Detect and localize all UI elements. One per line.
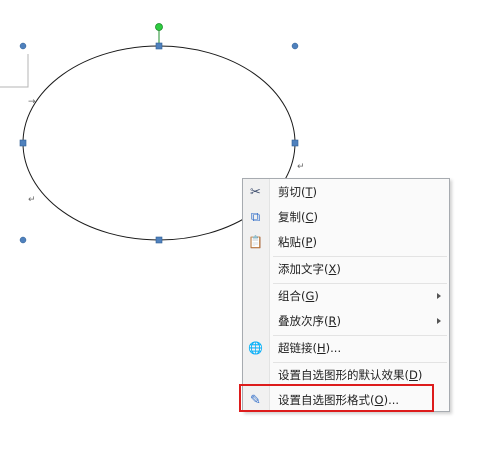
resize-handle-top[interactable] <box>155 42 163 50</box>
submenu-arrow-icon <box>437 318 441 324</box>
page-margin-corner <box>0 54 29 88</box>
arrow-mark: → <box>28 97 36 107</box>
submenu-arrow-icon <box>437 293 441 299</box>
document-canvas[interactable]: → ↵ ↵ ✂ 剪切(T) ⧉ 复制(C) 📋 粘贴(P) 添加文字(X) 组合… <box>0 0 484 450</box>
menu-mnemonic: T <box>305 185 313 199</box>
menu-separator <box>273 335 447 336</box>
resize-handle-bottom-left[interactable] <box>19 236 27 244</box>
menu-item-label: 叠放次序 <box>278 314 324 328</box>
menu-item-label: 组合 <box>278 289 301 303</box>
menu-item-label: 粘贴 <box>278 235 301 249</box>
menu-mnemonic: R <box>328 314 337 328</box>
menu-mnemonic: G <box>305 289 315 303</box>
menu-item-ellipsis: ... <box>330 341 342 355</box>
resize-handle-top-right[interactable] <box>291 42 299 50</box>
copy-icon: ⧉ <box>250 210 261 225</box>
paragraph-mark: ↵ <box>28 195 36 205</box>
hyperlink-globe-icon: 🌐 <box>248 341 263 355</box>
menu-item-copy[interactable]: ⧉ 复制(C) <box>243 206 449 228</box>
resize-handle-top-left[interactable] <box>19 42 27 50</box>
resize-handle-bottom[interactable] <box>155 236 163 244</box>
paragraph-mark: ↵ <box>297 162 305 172</box>
resize-handle-left[interactable] <box>19 139 27 147</box>
menu-mnemonic: P <box>305 235 313 249</box>
menu-item-label: 添加文字 <box>278 262 324 276</box>
resize-handle-right[interactable] <box>291 139 299 147</box>
menu-mnemonic: D <box>409 368 418 382</box>
menu-item-set-default[interactable]: 设置自选图形的默认效果(D) <box>243 364 449 386</box>
menu-separator <box>273 362 447 363</box>
menu-item-label: 剪切 <box>278 185 301 199</box>
context-menu: ✂ 剪切(T) ⧉ 复制(C) 📋 粘贴(P) 添加文字(X) 组合(G) 叠放… <box>242 178 450 412</box>
rotation-handle[interactable] <box>155 23 163 31</box>
menu-item-group[interactable]: 组合(G) <box>243 285 449 307</box>
menu-item-paste[interactable]: 📋 粘贴(P) <box>243 231 449 253</box>
menu-mnemonic: C <box>305 210 314 224</box>
menu-item-order[interactable]: 叠放次序(R) <box>243 310 449 332</box>
menu-item-hyperlink[interactable]: 🌐 超链接(H)... <box>243 337 449 359</box>
menu-item-cut[interactable]: ✂ 剪切(T) <box>243 181 449 203</box>
paste-icon: 📋 <box>248 235 263 249</box>
scissors-icon: ✂ <box>250 185 261 200</box>
menu-mnemonic: H <box>317 341 326 355</box>
menu-item-label: 复制 <box>278 210 301 224</box>
highlight-annotation-box <box>239 384 434 412</box>
menu-separator <box>273 256 447 257</box>
menu-separator <box>273 283 447 284</box>
menu-item-label: 设置自选图形的默认效果 <box>278 368 405 382</box>
menu-item-add-text[interactable]: 添加文字(X) <box>243 258 449 280</box>
menu-item-label: 超链接 <box>278 341 313 355</box>
menu-mnemonic: X <box>328 262 337 276</box>
